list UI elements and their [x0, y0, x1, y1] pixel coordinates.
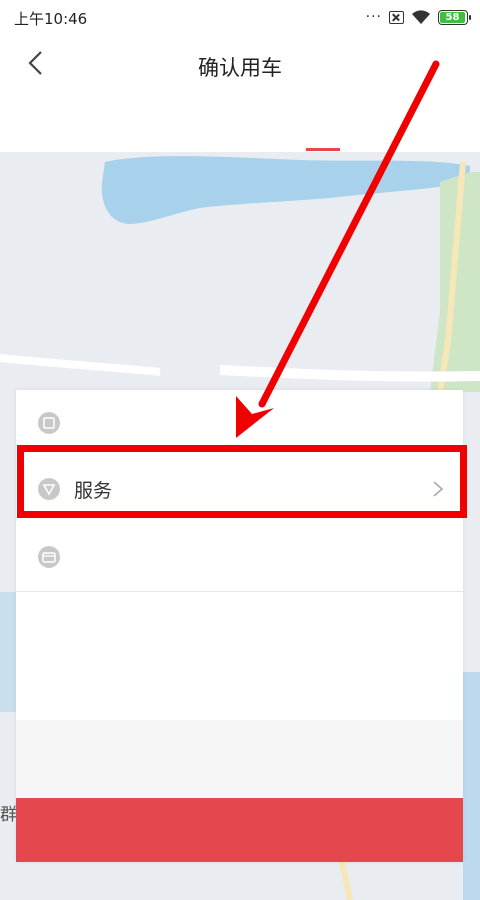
status-icons: ··· 58: [365, 7, 471, 27]
battery-level: 58: [440, 11, 465, 23]
annotation-highlight-box: [17, 445, 467, 518]
confirm-ride-button[interactable]: [16, 798, 463, 862]
more-dots-icon: ···: [365, 9, 382, 25]
option-row-payment[interactable]: [16, 522, 463, 592]
wallet-icon: [38, 546, 60, 568]
wifi-icon: [412, 10, 430, 24]
box-icon: [38, 412, 60, 434]
battery-icon: 58: [438, 9, 471, 25]
map-label: 群: [0, 805, 17, 825]
tab-indicator: [306, 148, 340, 151]
fare-summary-area: [16, 720, 463, 798]
status-time: 上午10:46: [14, 10, 88, 28]
status-bar: 上午10:46 ··· 58: [0, 0, 480, 34]
nav-bar: 确认用车: [0, 34, 480, 152]
no-sim-icon: [389, 10, 404, 24]
page-title: 确认用车: [198, 56, 282, 80]
